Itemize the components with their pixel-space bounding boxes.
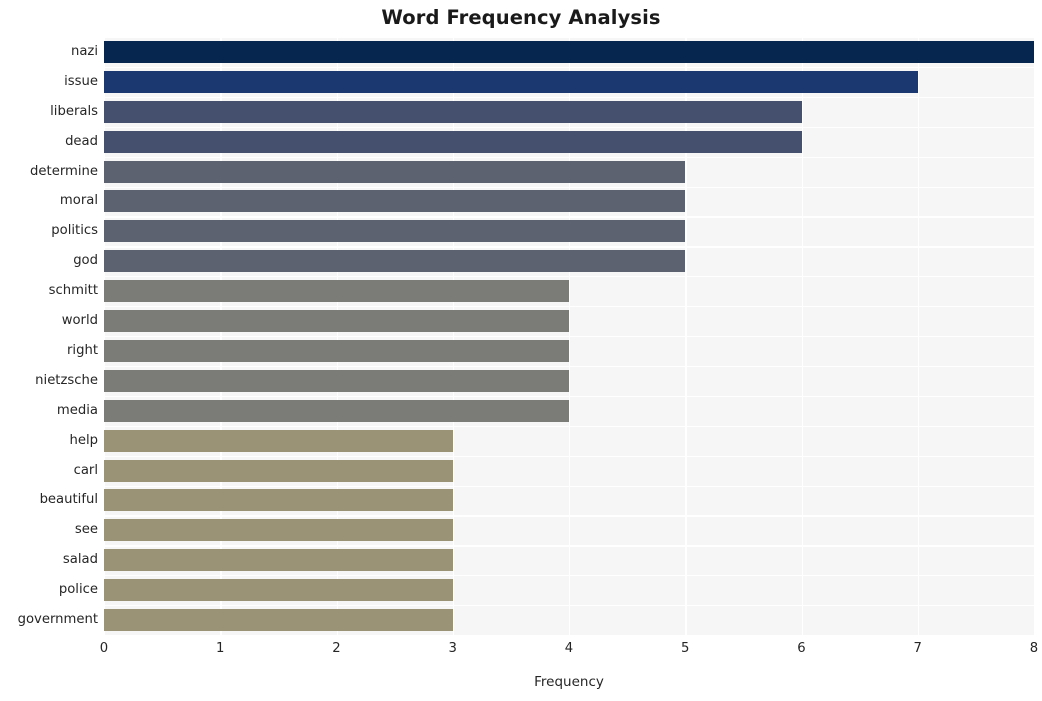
- x-axis-tick-label: 6: [797, 641, 806, 656]
- y-axis-tick-label: government: [17, 612, 98, 628]
- bar: [104, 339, 569, 362]
- y-axis-tick-label: nazi: [70, 43, 98, 59]
- gridline-vertical: [1034, 37, 1036, 635]
- y-axis-tick-label: politics: [51, 223, 98, 239]
- y-axis-tick-label: moral: [59, 193, 98, 209]
- bar: [104, 40, 1034, 63]
- y-axis-tick-label: police: [58, 582, 98, 598]
- bar: [104, 250, 686, 273]
- y-axis-tick-label: see: [74, 522, 98, 538]
- bar: [104, 489, 453, 512]
- y-axis-tick-label: god: [73, 253, 98, 269]
- bar: [104, 220, 686, 243]
- x-axis-tick-label: 8: [1029, 641, 1039, 656]
- plot-area: [104, 37, 1036, 637]
- bar: [104, 160, 686, 183]
- x-axis-tick-label: 5: [681, 641, 690, 656]
- x-axis-tick-label: 1: [216, 641, 225, 656]
- y-axis-tick-label: help: [69, 432, 98, 448]
- y-axis-tick-label: schmitt: [48, 283, 98, 299]
- bar-series: [104, 37, 1034, 635]
- y-axis-tick-label: media: [56, 402, 98, 418]
- y-axis-tick-label: carl: [73, 462, 98, 478]
- bar: [104, 429, 453, 452]
- y-axis-tick-label: beautiful: [39, 492, 98, 508]
- bar: [104, 130, 802, 153]
- y-axis-tick-label: right: [67, 342, 98, 358]
- x-axis-tick-label: 2: [332, 641, 341, 656]
- x-axis-tick-labels: 0 1 2 3 4 5 6 7 8: [0, 641, 1042, 663]
- bar: [104, 70, 918, 93]
- bar: [104, 609, 453, 632]
- x-axis-tick-label: 0: [99, 641, 109, 656]
- y-axis-tick-label: dead: [65, 133, 98, 149]
- x-axis-tick-label: 7: [913, 641, 922, 656]
- bar: [104, 459, 453, 482]
- y-axis-tick-labels: nazi issue liberals dead determine moral polit…: [0, 37, 98, 635]
- bar: [104, 100, 802, 123]
- bar: [104, 399, 569, 422]
- y-axis-tick-label: nietzsche: [35, 372, 98, 388]
- x-axis-label: Frequency: [534, 674, 604, 690]
- gridline-horizontal: [104, 635, 1034, 637]
- bar: [104, 579, 453, 602]
- y-axis-tick-label: determine: [30, 163, 98, 179]
- y-axis-tick-label: liberals: [50, 103, 98, 119]
- bar: [104, 369, 569, 392]
- bar: [104, 310, 569, 333]
- x-axis-tick-label: 4: [564, 641, 574, 656]
- y-axis-tick-label: salad: [62, 552, 98, 568]
- bar: [104, 519, 453, 542]
- y-axis-tick-label: issue: [64, 73, 98, 89]
- bar: [104, 190, 686, 213]
- bar: [104, 280, 569, 303]
- x-axis-tick-label: 3: [448, 641, 457, 656]
- bar: [104, 549, 453, 572]
- chart-title: Word Frequency Analysis: [381, 6, 661, 29]
- y-axis-tick-label: world: [61, 313, 98, 329]
- word-frequency-chart-figure: Word Frequency Analysis nazi issue liberal…: [0, 0, 1042, 701]
